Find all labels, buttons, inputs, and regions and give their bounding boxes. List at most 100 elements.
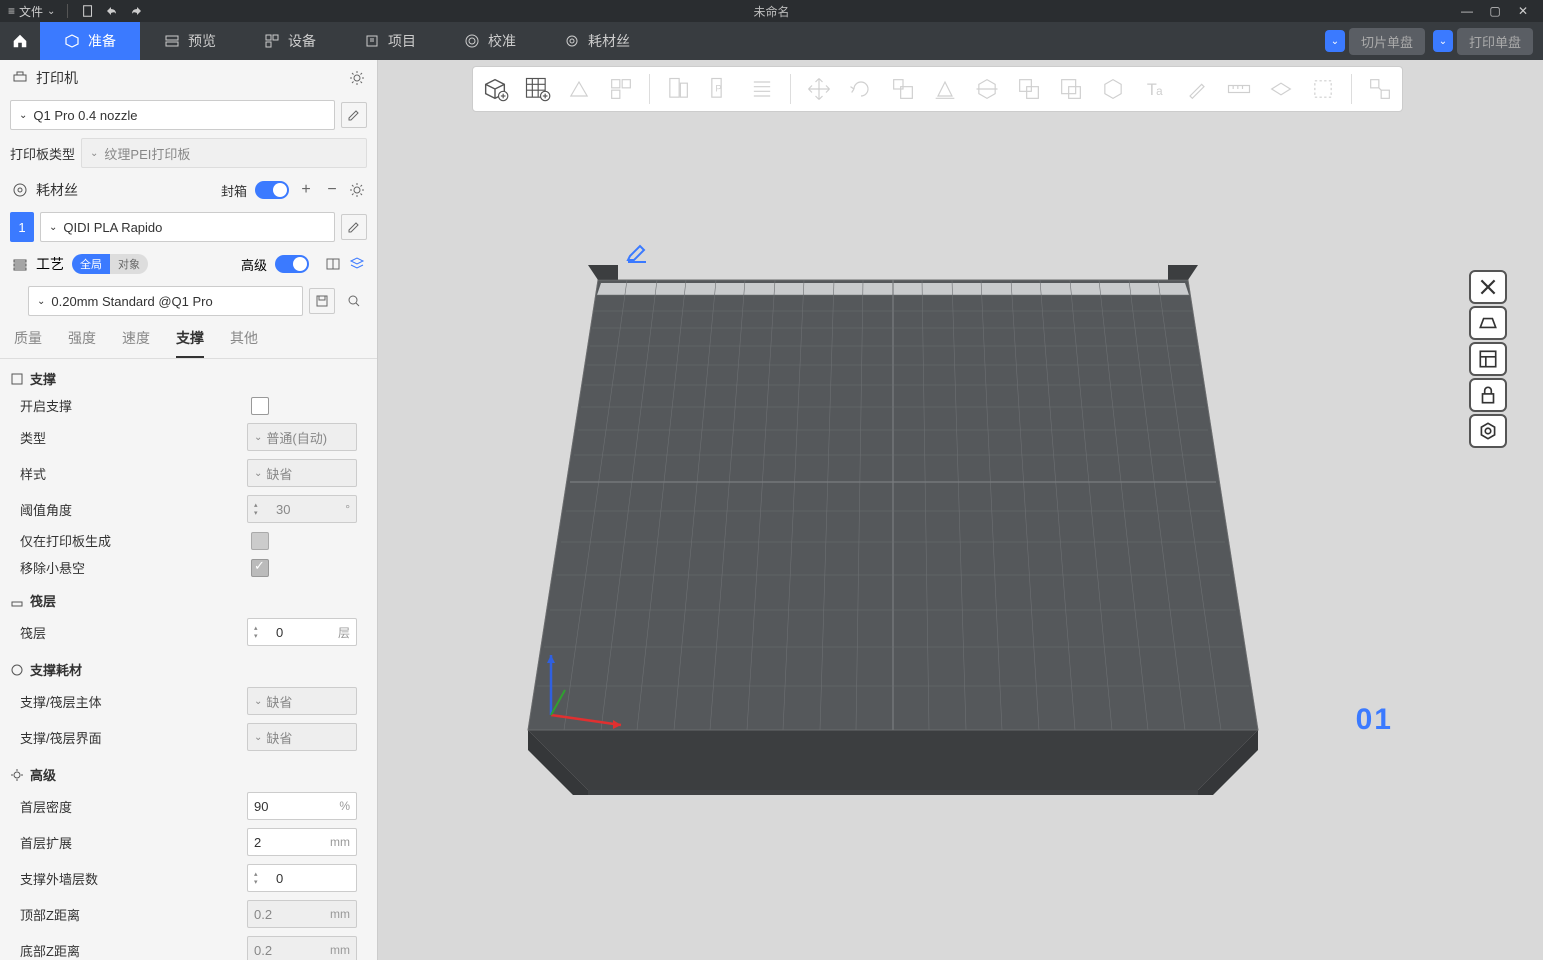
compare-icon[interactable]	[325, 256, 341, 272]
filament-slot-1[interactable]: 1	[10, 212, 34, 242]
nav-project[interactable]: 项目	[340, 22, 440, 60]
nav-prepare[interactable]: 准备	[40, 22, 140, 60]
assembly-view-icon[interactable]	[1362, 71, 1398, 107]
wall-loops-label: 支撑外墙层数	[20, 869, 247, 888]
minimize-icon[interactable]: —	[1459, 3, 1475, 19]
add-plate-icon[interactable]	[519, 71, 555, 107]
expansion-label: 首层扩展	[20, 833, 247, 852]
nav-calibrate[interactable]: 校准	[440, 22, 540, 60]
tab-quality[interactable]: 质量	[14, 328, 42, 358]
plate-3d	[523, 235, 1263, 795]
redo-icon[interactable]	[128, 3, 144, 19]
slice-button[interactable]: 切片单盘	[1349, 28, 1425, 55]
raft-input[interactable]: ▴▾ 0 层	[247, 618, 357, 646]
enable-support-checkbox[interactable]	[251, 397, 269, 415]
viewport[interactable]: P Ta	[378, 60, 1543, 960]
nav-device[interactable]: 设备	[240, 22, 340, 60]
nav-filament[interactable]: 耗材丝	[540, 22, 654, 60]
build-plate[interactable]: 01	[523, 235, 1263, 795]
support-body-label: 支撑/筏层主体	[20, 692, 247, 711]
perspective-icon[interactable]	[1469, 306, 1507, 340]
simplify-icon[interactable]	[1305, 71, 1341, 107]
assembly-icon[interactable]	[1263, 71, 1299, 107]
color-paint-icon[interactable]	[1179, 71, 1215, 107]
printer-icon	[12, 70, 28, 86]
support-body-select[interactable]: ⌄缺省	[247, 687, 357, 715]
scale-icon[interactable]	[885, 71, 921, 107]
seam-paint-icon[interactable]	[1095, 71, 1131, 107]
section-support-filament: 支撑耗材	[0, 650, 377, 683]
top-z-label: 顶部Z距离	[20, 905, 247, 924]
support-type-select[interactable]: ⌄普通(自动)	[247, 423, 357, 451]
arrange-icon[interactable]	[603, 71, 639, 107]
tab-other[interactable]: 其他	[230, 328, 258, 358]
remove-overhang-checkbox[interactable]	[251, 559, 269, 577]
rotate-icon[interactable]	[843, 71, 879, 107]
filament-settings-icon[interactable]	[349, 182, 365, 198]
section-raft: 筏层	[0, 581, 377, 614]
new-file-icon[interactable]	[80, 3, 96, 19]
home-button[interactable]	[0, 22, 40, 60]
expansion-input[interactable]: 2 mm	[247, 828, 357, 856]
advanced-label: 高级	[241, 255, 267, 274]
tab-support[interactable]: 支撑	[176, 328, 204, 358]
split-parts-icon[interactable]: P	[702, 71, 738, 107]
slice-dropdown[interactable]: ⌄	[1325, 30, 1345, 52]
filament-select[interactable]: ⌄ QIDI PLA Rapido	[40, 212, 335, 242]
enclosure-toggle[interactable]	[255, 181, 289, 199]
save-profile-icon[interactable]	[309, 288, 335, 314]
tab-speed[interactable]: 速度	[122, 328, 150, 358]
panel-icon[interactable]	[1469, 342, 1507, 376]
nav-preview[interactable]: 预览	[140, 22, 240, 60]
window-title: 未命名	[753, 3, 789, 20]
add-filament-icon[interactable]: +	[297, 181, 315, 199]
close-view-icon[interactable]	[1469, 270, 1507, 304]
main-nav: 准备 预览 设备 项目 校准 耗材丝 ⌄ 切片单盘 ⌄ 打印单盘	[0, 22, 1543, 60]
print-button[interactable]: 打印单盘	[1457, 28, 1533, 55]
bot-z-input[interactable]: 0.2 mm	[247, 936, 357, 960]
remove-filament-icon[interactable]: −	[323, 181, 341, 199]
undo-icon[interactable]	[104, 3, 120, 19]
maximize-icon[interactable]: ▢	[1487, 3, 1503, 19]
threshold-input[interactable]: ▴▾ 30 °	[247, 495, 357, 523]
move-icon[interactable]	[801, 71, 837, 107]
close-icon[interactable]: ✕	[1515, 3, 1531, 19]
support-style-select[interactable]: ⌄缺省	[247, 459, 357, 487]
advanced-toggle[interactable]	[275, 255, 309, 273]
buildplate-only-checkbox[interactable]	[251, 532, 269, 550]
remove-overhang-label: 移除小悬空	[20, 558, 251, 577]
support-interface-select[interactable]: ⌄缺省	[247, 723, 357, 751]
scope-toggle[interactable]: 全局 对象	[72, 254, 148, 274]
layers-icon[interactable]	[349, 256, 365, 272]
search-profile-icon[interactable]	[341, 288, 367, 314]
auto-orient-icon[interactable]	[561, 71, 597, 107]
printer-edit-icon[interactable]	[341, 102, 367, 128]
density-input[interactable]: 90 %	[247, 792, 357, 820]
file-menu[interactable]: ≡ 文件 ⌄	[8, 3, 55, 20]
wall-loops-input[interactable]: ▴▾ 0	[247, 864, 357, 892]
process-tabs: 质量 强度 速度 支撑 其他	[0, 320, 377, 359]
filament-edit-icon[interactable]	[341, 214, 367, 240]
printer-settings-icon[interactable]	[349, 70, 365, 86]
settings-view-icon[interactable]	[1469, 414, 1507, 448]
split-objects-icon[interactable]	[660, 71, 696, 107]
text-icon[interactable]: Ta	[1137, 71, 1173, 107]
measure-icon[interactable]	[1221, 71, 1257, 107]
mesh-boolean-icon[interactable]	[1011, 71, 1047, 107]
support-paint-icon[interactable]	[1053, 71, 1089, 107]
top-z-input[interactable]: 0.2 mm	[247, 900, 357, 928]
buildplate-only-label: 仅在打印板生成	[20, 531, 251, 550]
plate-type-select[interactable]: ⌄ 纹理PEI打印板	[81, 138, 367, 168]
process-profile-select[interactable]: ⌄ 0.20mm Standard @Q1 Pro	[28, 286, 303, 316]
printer-name: Q1 Pro 0.4 nozzle	[33, 108, 137, 123]
print-dropdown[interactable]: ⌄	[1433, 30, 1453, 52]
variable-layer-icon[interactable]	[744, 71, 780, 107]
cut-icon[interactable]	[969, 71, 1005, 107]
tab-strength[interactable]: 强度	[68, 328, 96, 358]
lock-icon[interactable]	[1469, 378, 1507, 412]
place-face-icon[interactable]	[927, 71, 963, 107]
filament-header: 耗材丝 封箱 + −	[0, 172, 377, 208]
printer-select[interactable]: ⌄ Q1 Pro 0.4 nozzle	[10, 100, 335, 130]
add-cube-icon[interactable]	[477, 71, 513, 107]
plate-number: 01	[1356, 703, 1393, 737]
